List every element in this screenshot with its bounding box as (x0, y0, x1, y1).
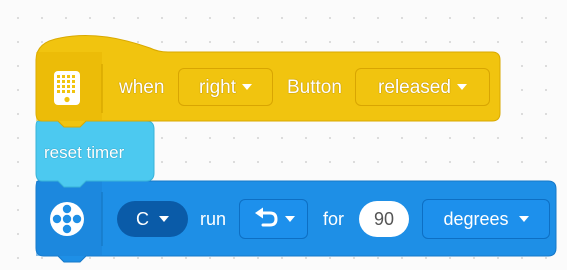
button-label: Button (287, 77, 342, 98)
amount-input[interactable]: 90 (359, 201, 409, 237)
chevron-down-icon (518, 216, 529, 222)
hub-button-icon (54, 71, 80, 105)
rotation-direction-dropdown[interactable] (239, 199, 308, 239)
unit-value: degrees (443, 208, 509, 229)
motor-icon (50, 202, 84, 236)
amount-value: 90 (373, 208, 395, 229)
unit-dropdown[interactable]: degrees (422, 199, 550, 239)
reset-timer-label: reset timer (44, 143, 125, 162)
chevron-down-icon (159, 216, 169, 222)
action-value: released (378, 76, 451, 98)
run-label: run (200, 209, 227, 229)
port-value: C (136, 208, 149, 229)
direction-dropdown[interactable]: right (178, 68, 273, 106)
chevron-down-icon (241, 84, 252, 90)
counterclockwise-arrow-icon (254, 207, 278, 227)
chevron-down-icon (284, 216, 295, 222)
for-label: for (323, 209, 345, 229)
action-dropdown[interactable]: released (355, 68, 490, 106)
direction-value: right (199, 76, 236, 98)
when-label: when (119, 77, 165, 98)
chevron-down-icon (456, 84, 467, 90)
port-dropdown[interactable]: C (117, 201, 188, 237)
